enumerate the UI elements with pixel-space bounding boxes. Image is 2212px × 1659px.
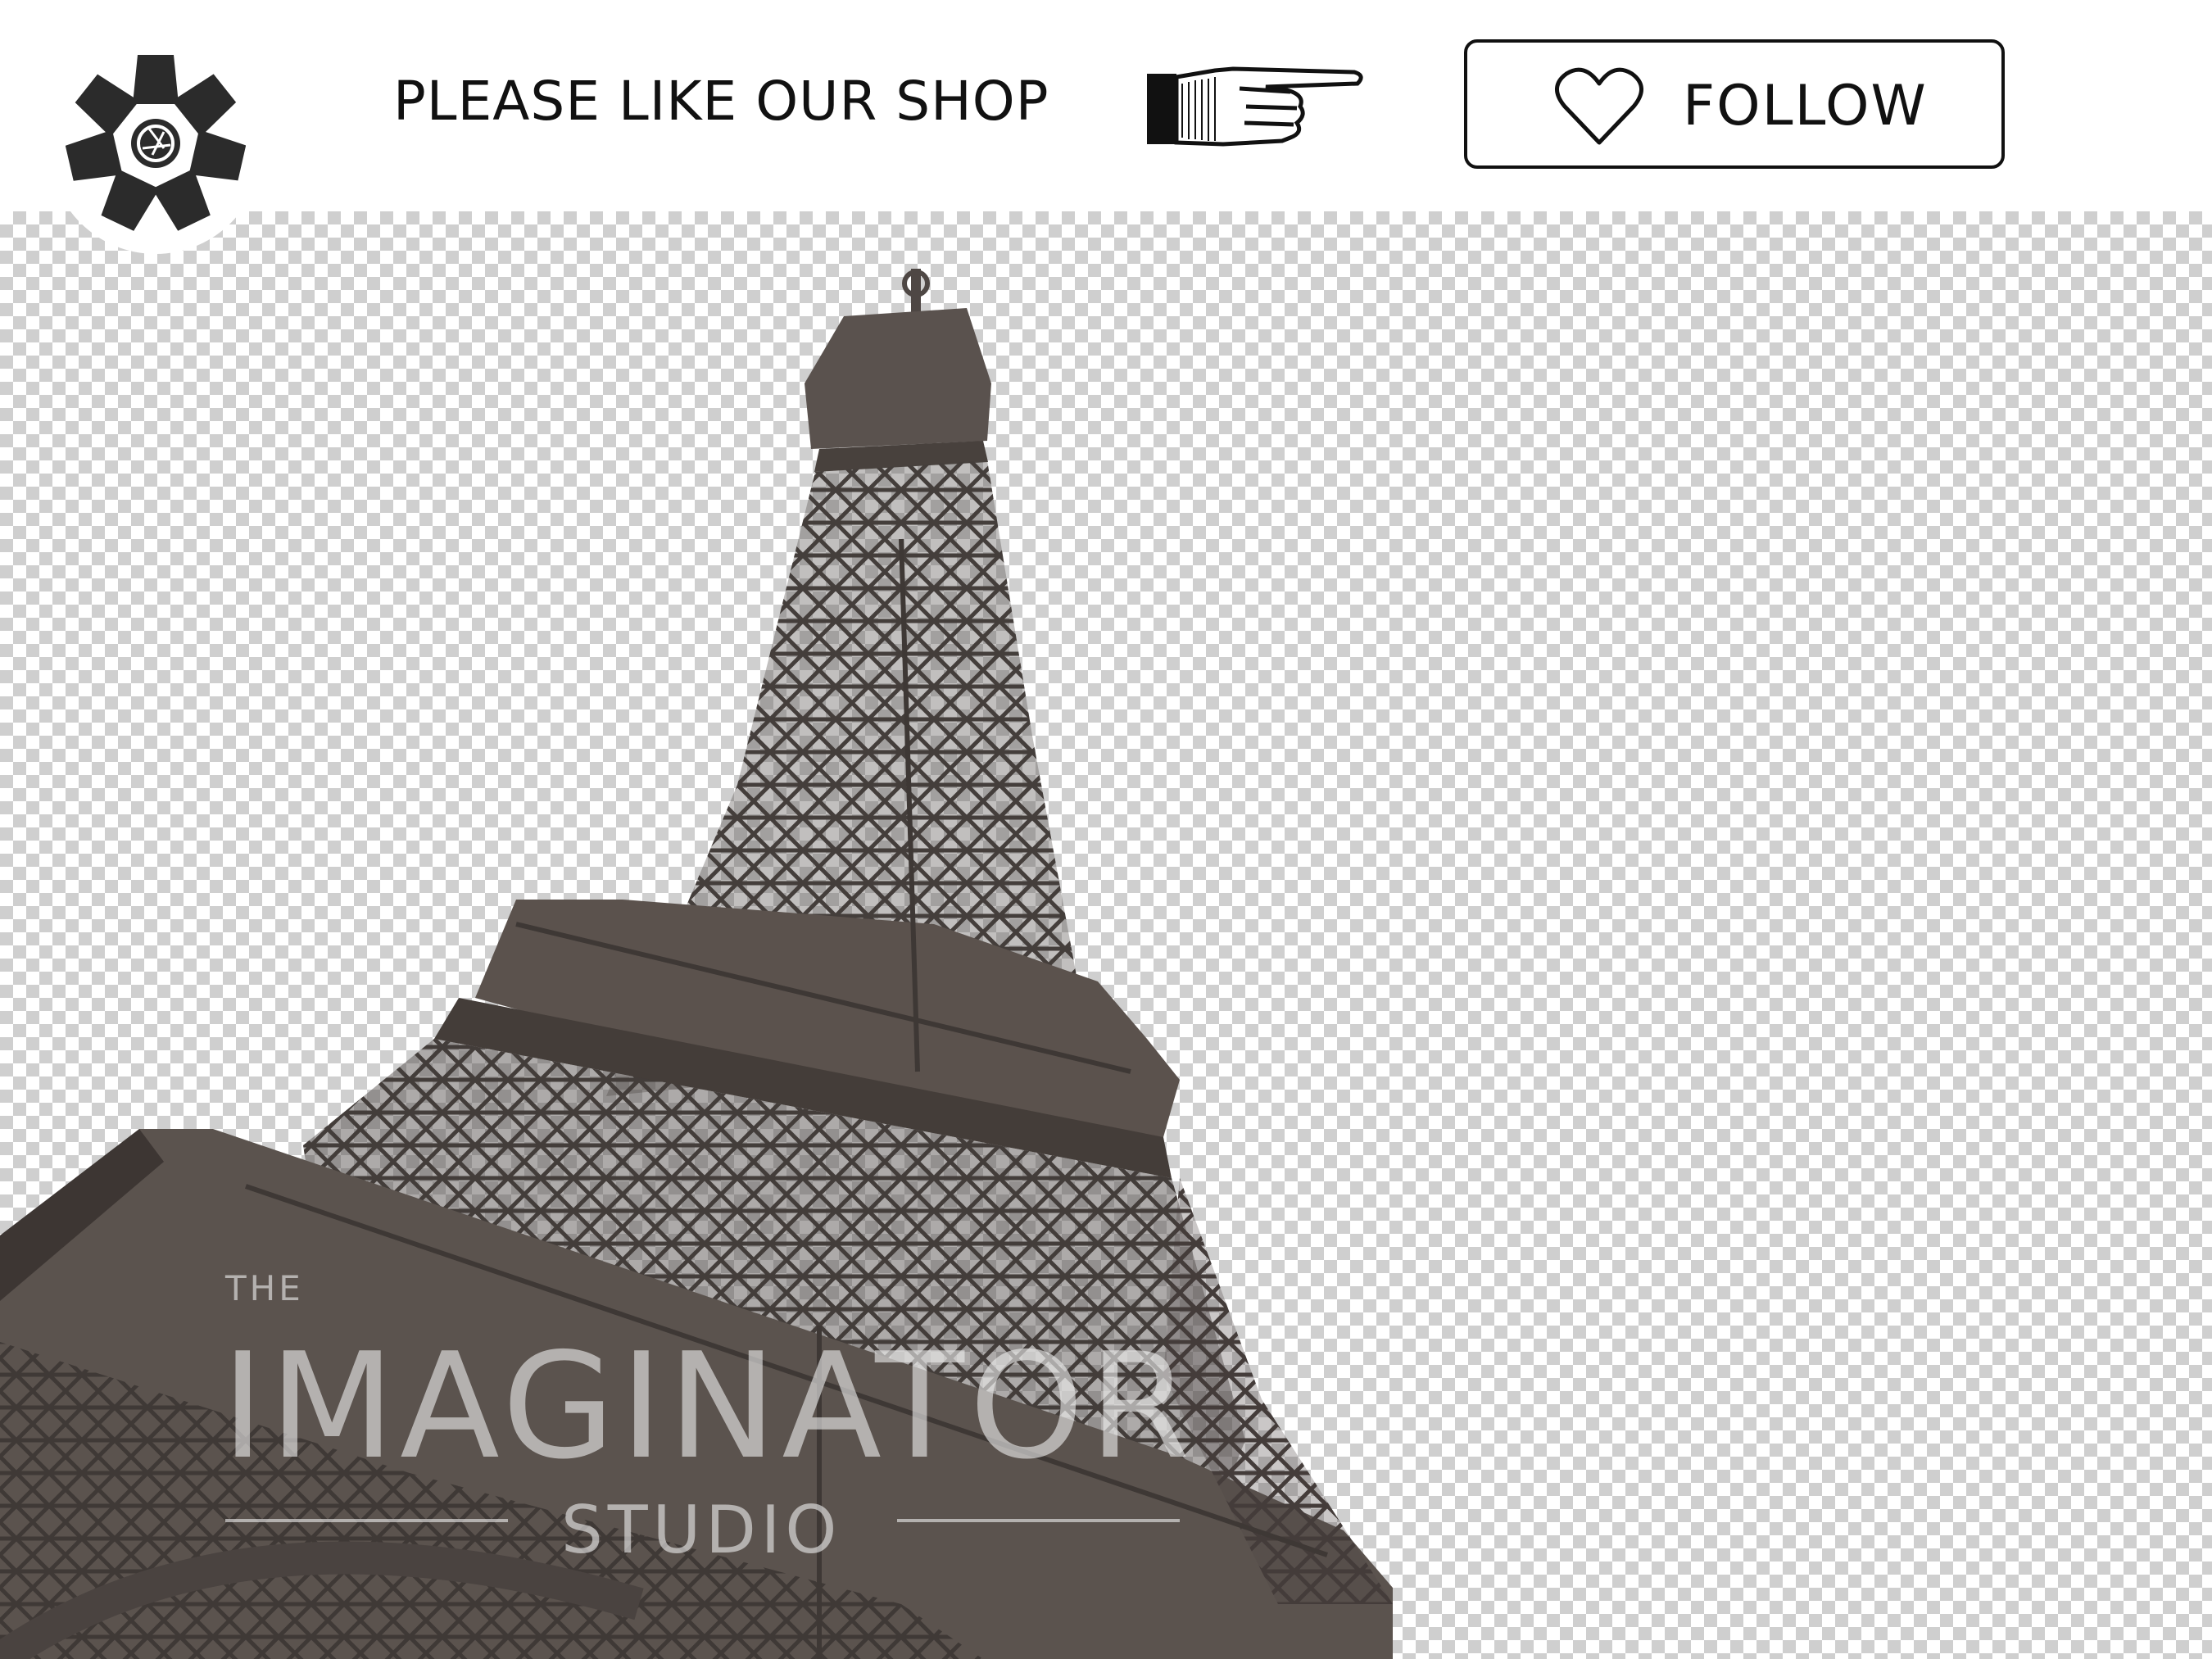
watermark-line-left: [225, 1519, 508, 1522]
watermark-studio: STUDIO: [561, 1492, 842, 1568]
transparent-canvas: THE IMAGINATOR STUDIO: [0, 211, 2212, 1659]
header-bar: PLEASE LIKE OUR SHOP FOLLOW: [0, 0, 2212, 254]
follow-button[interactable]: FOLLOW: [1464, 39, 2005, 169]
camera-aperture-flower-logo: [66, 55, 246, 231]
pointing-hand-icon: [1147, 66, 1363, 147]
follow-label: FOLLOW: [1683, 74, 1928, 138]
shop-tagline: PLEASE LIKE OUR SHOP: [393, 70, 1049, 133]
heart-icon: [1555, 67, 1643, 145]
logo-badge[interactable]: [49, 33, 262, 254]
watermark-line-right: [897, 1519, 1180, 1522]
watermark-imaginator: IMAGINATOR: [221, 1321, 1195, 1491]
watermark-the: THE: [225, 1268, 304, 1308]
